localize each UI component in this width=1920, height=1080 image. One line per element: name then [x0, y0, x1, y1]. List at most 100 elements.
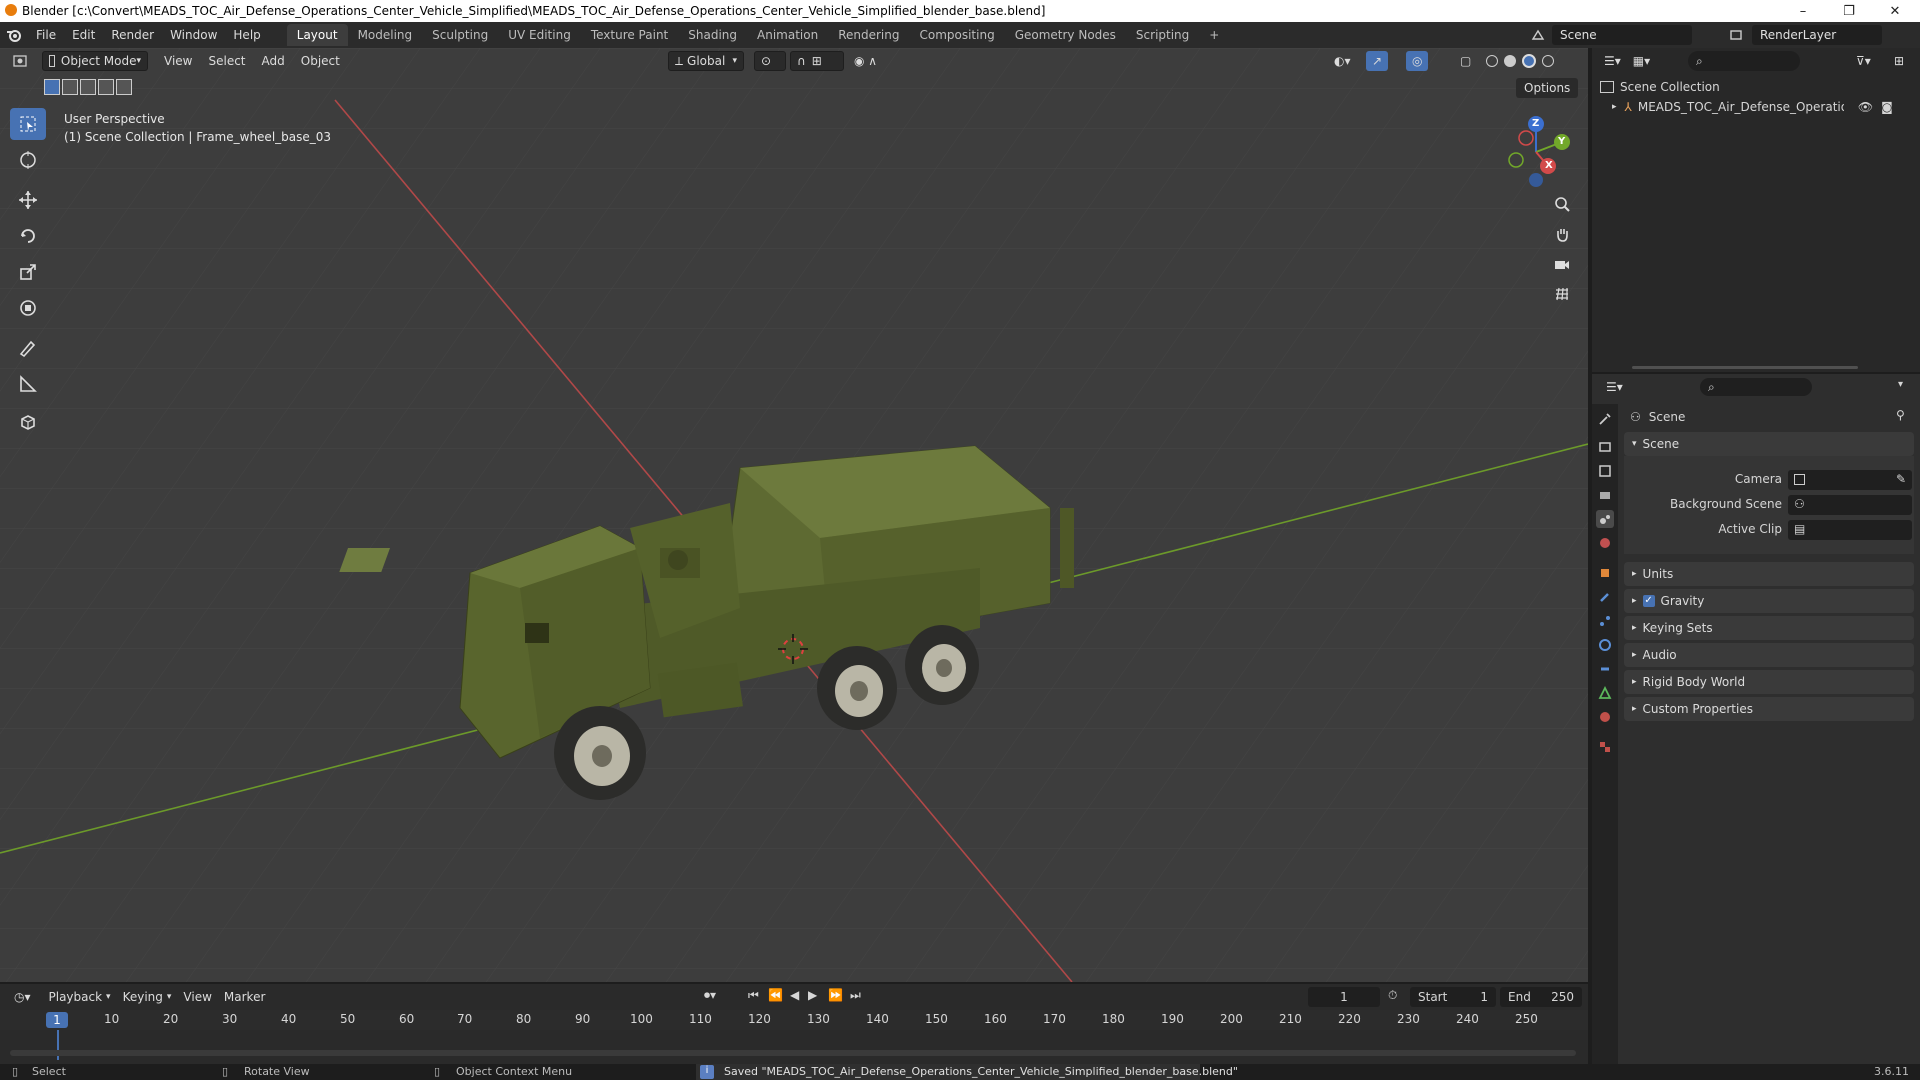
tab-geometry-nodes[interactable]: Geometry Nodes: [1005, 24, 1126, 46]
xray-toggle[interactable]: ▢: [1454, 51, 1477, 71]
filter-icon[interactable]: ⊽▾: [1850, 51, 1877, 71]
transform-tool[interactable]: [10, 292, 46, 324]
viewport-menu-select[interactable]: Select: [202, 51, 251, 71]
camera-field[interactable]: ✎: [1788, 470, 1912, 490]
record-button[interactable]: ⏺▾: [704, 988, 716, 1003]
visibility-dropdown[interactable]: ◐▾: [1328, 51, 1357, 71]
snapping-button[interactable]: ∩ ⊞: [790, 51, 844, 71]
editor-type-icon[interactable]: [6, 51, 36, 71]
scene-browse-icon[interactable]: [1526, 25, 1550, 45]
view-layer-field[interactable]: RenderLayer: [1752, 25, 1882, 45]
menu-help[interactable]: Help: [225, 22, 268, 48]
3d-viewport[interactable]: Object Mode ▾ View Select Add Object ⟂ G…: [0, 48, 1588, 982]
pivot-point-button[interactable]: ⊙: [754, 51, 786, 71]
playback-menu[interactable]: Playback ▾: [43, 987, 117, 1007]
render-tab-icon[interactable]: [1596, 438, 1614, 456]
add-cube-tool[interactable]: [10, 406, 46, 438]
timeline-editor-type-icon[interactable]: ◷▾: [8, 987, 37, 1007]
view-layer-tab-icon[interactable]: [1596, 486, 1614, 504]
menu-file[interactable]: File: [28, 22, 64, 48]
active-clip-field[interactable]: ▤: [1788, 520, 1912, 540]
keying-menu[interactable]: Keying ▾: [117, 987, 178, 1007]
prev-keyframe-button[interactable]: ⏪: [768, 988, 783, 1002]
timeline-scrollbar[interactable]: [10, 1050, 1576, 1056]
proportional-editing-button[interactable]: ◉ ∧: [848, 51, 890, 71]
viewport-menu-add[interactable]: Add: [256, 51, 291, 71]
menu-window[interactable]: Window: [162, 22, 225, 48]
scale-tool[interactable]: [10, 256, 46, 288]
add-workspace-button[interactable]: +: [1199, 24, 1229, 46]
render-camera-icon[interactable]: ◙: [1881, 100, 1893, 114]
outliner-scrollbar[interactable]: [1632, 366, 1858, 369]
close-window-button[interactable]: ✕: [1872, 0, 1918, 22]
options-dropdown[interactable]: Options: [1516, 78, 1579, 98]
tab-sculpting[interactable]: Sculpting: [422, 24, 498, 46]
view-layer-icon[interactable]: [1724, 25, 1748, 45]
measure-tool[interactable]: [10, 368, 46, 400]
gravity-panel[interactable]: ▸ ✓ Gravity: [1624, 589, 1914, 613]
physics-tab-icon[interactable]: [1596, 636, 1614, 654]
data-tab-icon[interactable]: [1596, 684, 1614, 702]
select-invert-icon[interactable]: [98, 79, 114, 95]
tab-uv-editing[interactable]: UV Editing: [498, 24, 581, 46]
properties-search-input[interactable]: ⌕: [1700, 378, 1812, 396]
select-intersect-icon[interactable]: [116, 79, 132, 95]
viewport-menu-object[interactable]: Object: [295, 51, 346, 71]
tab-compositing[interactable]: Compositing: [909, 24, 1004, 46]
marker-menu[interactable]: Marker: [218, 987, 271, 1007]
display-mode-icon[interactable]: ▦▾: [1627, 51, 1656, 71]
select-subtract-icon[interactable]: [80, 79, 96, 95]
scene-name-field[interactable]: Scene: [1552, 25, 1692, 45]
tab-texture-paint[interactable]: Texture Paint: [581, 24, 678, 46]
play-button[interactable]: ▶: [808, 988, 817, 1002]
shading-modes[interactable]: [1480, 51, 1570, 71]
playhead-frame[interactable]: 1: [46, 1012, 68, 1028]
tab-animation[interactable]: Animation: [747, 24, 828, 46]
current-frame-field[interactable]: 1: [1308, 987, 1380, 1007]
units-panel[interactable]: ▸ Units: [1624, 562, 1914, 586]
output-tab-icon[interactable]: [1596, 462, 1614, 480]
particles-tab-icon[interactable]: [1596, 612, 1614, 630]
timeline-view-menu[interactable]: View: [177, 987, 217, 1007]
outliner-root-row[interactable]: Scene Collection: [1600, 78, 1720, 96]
tab-modeling[interactable]: Modeling: [348, 24, 423, 46]
tab-rendering[interactable]: Rendering: [828, 24, 909, 46]
select-box-tool[interactable]: [10, 108, 46, 140]
pan-button[interactable]: [1548, 220, 1576, 248]
annotate-tool[interactable]: [10, 332, 46, 364]
camera-view-button[interactable]: [1548, 250, 1576, 278]
pin-icon[interactable]: ⚲: [1896, 408, 1905, 422]
select-new-icon[interactable]: [44, 79, 60, 95]
new-collection-icon[interactable]: ⊞: [1888, 51, 1910, 71]
maximize-button[interactable]: ❐: [1826, 0, 1872, 22]
menu-edit[interactable]: Edit: [64, 22, 103, 48]
background-scene-field[interactable]: ⚇: [1788, 495, 1912, 515]
constraints-tab-icon[interactable]: [1596, 660, 1614, 678]
next-keyframe-button[interactable]: ⏩: [828, 988, 843, 1002]
object-mode-dropdown[interactable]: Object Mode ▾: [42, 51, 148, 71]
scene-panel-header[interactable]: ▾ Scene: [1624, 432, 1914, 456]
menu-render[interactable]: Render: [103, 22, 162, 48]
eyedropper-icon[interactable]: ✎: [1896, 472, 1906, 486]
transform-orientation-dropdown[interactable]: ⟂ Global ▾: [668, 51, 744, 71]
select-extend-icon[interactable]: [62, 79, 78, 95]
audio-panel[interactable]: ▸ Audio: [1624, 643, 1914, 667]
play-reverse-button[interactable]: ◀: [790, 988, 799, 1002]
expand-arrow-icon[interactable]: ▸: [1612, 102, 1617, 112]
keying-sets-panel[interactable]: ▸ Keying Sets: [1624, 616, 1914, 640]
properties-editor-type-icon[interactable]: ☰▾: [1600, 377, 1629, 397]
object-tab-icon[interactable]: [1596, 564, 1614, 582]
viewport-menu-view[interactable]: View: [158, 51, 198, 71]
material-tab-icon[interactable]: [1596, 708, 1614, 726]
overlay-toggle[interactable]: ◎: [1406, 51, 1429, 71]
world-tab-icon[interactable]: [1596, 534, 1614, 552]
jump-end-button[interactable]: ⏭: [850, 988, 861, 1003]
scene-tab-icon[interactable]: [1596, 510, 1614, 528]
zoom-button[interactable]: [1548, 190, 1576, 218]
tab-layout[interactable]: Layout: [286, 24, 348, 46]
end-frame-field[interactable]: End 250: [1500, 987, 1582, 1007]
custom-properties-panel[interactable]: ▸ Custom Properties: [1624, 697, 1914, 721]
modifier-tab-icon[interactable]: [1596, 588, 1614, 606]
tab-scripting[interactable]: Scripting: [1126, 24, 1199, 46]
visibility-eye-icon[interactable]: 👁: [1858, 100, 1873, 114]
